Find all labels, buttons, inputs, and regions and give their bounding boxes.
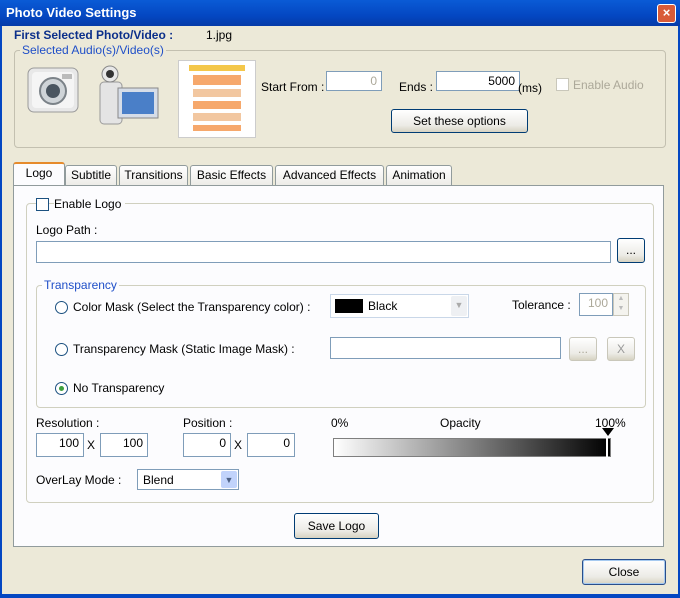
enable-logo-label: Enable Logo — [54, 197, 126, 211]
ends-label: Ends : — [399, 80, 434, 94]
logo-path-label: Logo Path : — [36, 223, 98, 237]
video-thumbnail — [178, 60, 256, 138]
position-x-input[interactable]: 0 — [183, 433, 231, 457]
tab-animation[interactable]: Animation — [386, 165, 452, 186]
set-options-button[interactable]: Set these options — [391, 109, 528, 133]
resolution-label: Resolution : — [36, 416, 100, 430]
chevron-down-icon: ▼ — [451, 296, 467, 316]
tab-basic-effects[interactable]: Basic Effects — [190, 165, 273, 186]
tolerance-spinner[interactable]: ▲ ▼ — [613, 293, 629, 316]
no-transparency-label: No Transparency — [73, 381, 165, 395]
color-select[interactable]: Black ▼ — [330, 294, 469, 318]
color-mask-radio[interactable] — [55, 301, 68, 314]
overlay-mode-label: OverLay Mode : — [36, 473, 122, 487]
ends-input[interactable]: 5000 — [436, 71, 520, 91]
first-selected-label: First Selected Photo/Video : — [14, 28, 174, 42]
color-swatch — [335, 299, 363, 313]
spin-up-icon[interactable]: ▲ — [614, 294, 628, 304]
position-label: Position : — [183, 416, 233, 430]
tolerance-input[interactable]: 100 — [579, 293, 613, 316]
enable-audio-checkbox[interactable] — [556, 78, 569, 91]
tolerance-label: Tolerance : — [512, 298, 571, 312]
tab-advanced-effects[interactable]: Advanced Effects — [275, 165, 384, 186]
transparency-mask-radio[interactable] — [55, 343, 68, 356]
overlay-mode-select[interactable]: Blend ▼ — [137, 469, 239, 490]
close-window-icon[interactable]: × — [657, 4, 676, 23]
tab-subtitle[interactable]: Subtitle — [65, 165, 117, 186]
opacity-min-label: 0% — [331, 416, 349, 430]
mask-clear-button[interactable]: X — [607, 337, 635, 361]
logo-path-input[interactable] — [36, 241, 611, 263]
logo-path-browse-button[interactable]: ... — [617, 238, 645, 263]
color-select-value: Black — [368, 299, 398, 313]
enable-audio-label: Enable Audio — [573, 78, 644, 92]
position-x-separator: X — [234, 438, 243, 452]
title-bar: Photo Video Settings × — [0, 0, 680, 26]
spin-down-icon[interactable]: ▼ — [614, 304, 628, 314]
resolution-height-input[interactable]: 100 — [100, 433, 148, 457]
tab-transitions[interactable]: Transitions — [119, 165, 188, 186]
transparency-mask-label: Transparency Mask (Static Image Mask) : — [73, 342, 295, 356]
first-selected-value: 1.jpg — [206, 28, 233, 42]
selected-media-legend: Selected Audio(s)/Video(s) — [20, 43, 166, 57]
overlay-mode-value: Blend — [143, 473, 174, 487]
close-button[interactable]: Close — [582, 559, 666, 585]
resolution-width-input[interactable]: 100 — [36, 433, 84, 457]
transparency-legend: Transparency — [42, 278, 119, 292]
camera-icon — [27, 67, 79, 113]
ends-unit: (ms) — [518, 81, 542, 95]
start-from-input[interactable]: 0 — [326, 71, 382, 91]
video-camera-icon — [99, 65, 159, 125]
opacity-slider[interactable] — [333, 438, 611, 457]
mask-path-input[interactable] — [330, 337, 561, 359]
window-title: Photo Video Settings — [6, 5, 137, 20]
opacity-slider-marker — [606, 438, 608, 457]
chevron-down-icon: ▼ — [221, 471, 237, 488]
position-y-input[interactable]: 0 — [247, 433, 295, 457]
save-logo-button[interactable]: Save Logo — [294, 513, 379, 539]
tab-logo[interactable]: Logo — [13, 162, 65, 186]
opacity-slider-thumb[interactable] — [602, 428, 614, 436]
resolution-x-separator: X — [87, 438, 96, 452]
mask-browse-button[interactable]: ... — [569, 337, 597, 361]
no-transparency-radio[interactable] — [55, 382, 68, 395]
enable-logo-checkbox[interactable] — [36, 198, 49, 211]
start-from-label: Start From : — [261, 80, 325, 94]
color-mask-label: Color Mask (Select the Transparency colo… — [73, 300, 311, 314]
opacity-label: Opacity — [440, 416, 481, 430]
